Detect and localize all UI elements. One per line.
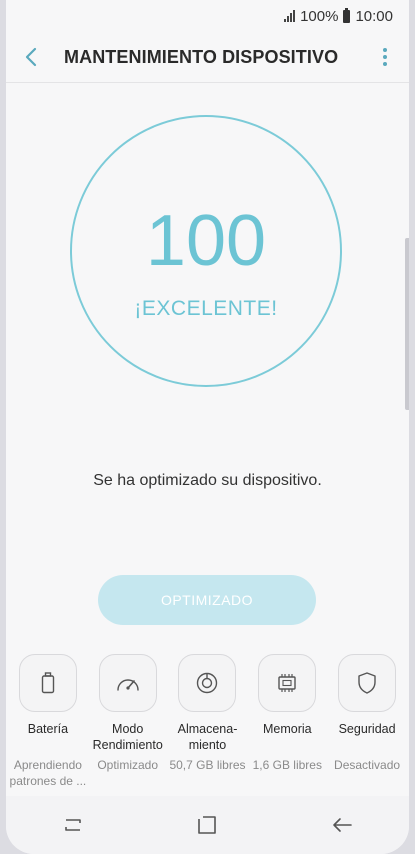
screen: 100% 10:00 MANTENIMIENTO DISPOSITIVO 100… [6,0,409,854]
signal-icon [284,10,296,22]
score-value: 100 [145,201,267,281]
memory-chip-icon [278,674,296,692]
navigation-bar [6,796,409,854]
home-button[interactable] [177,803,237,847]
tile-icon-frame [18,654,77,712]
more-vertical-icon [383,48,387,52]
tile-battery[interactable]: Batería Aprendiendo patrones de ... [9,654,87,789]
tile-storage[interactable]: Almacena- miento 50,7 GB libres [168,654,246,789]
speedometer-icon [116,679,139,691]
tile-security[interactable]: Seguridad Desactivado [328,654,406,789]
page-title: MANTENIMIENTO DISPOSITIVO [64,46,339,67]
tile-icon-frame [258,654,317,712]
tile-performance-mode[interactable]: Modo Rendimiento Optimizado [89,654,167,789]
tile-label: Batería [27,722,69,736]
battery-percent: 100% [300,7,339,25]
home-icon [198,816,217,834]
score-label: ¡EXCELENTE! [134,297,278,320]
tile-label: Almacena- miento [177,722,238,752]
storage-icon [197,672,218,694]
tile-status: 50,7 GB libres [169,758,246,772]
status-bar: 100% 10:00 [6,0,409,32]
feature-tiles: Batería Aprendiendo patrones de ... Modo… [6,654,409,789]
optimized-message: Se ha optimizado su dispositivo. [93,472,322,489]
back-icon [333,818,352,832]
tile-icon-frame [338,654,397,712]
recents-button[interactable] [43,803,103,847]
tile-status: Desactivado [334,758,401,772]
battery-status-icon [343,7,351,23]
tile-icon-frame [178,654,237,712]
clock: 10:00 [355,7,393,25]
app-header: MANTENIMIENTO DISPOSITIVO [6,32,409,83]
tile-label: Seguridad [338,722,396,736]
optimize-button[interactable]: OPTIMIZADO [98,575,316,625]
tile-status: Optimizado [97,758,159,772]
edge-panel-handle[interactable] [405,238,409,410]
score-gauge: 100 ¡EXCELENTE! [70,115,342,387]
tile-label: Memoria [262,722,312,736]
tile-memory[interactable]: Memoria 1,6 GB libres [248,654,326,789]
recents-icon [65,819,81,831]
tile-icon-frame [98,654,157,712]
back-arrow-icon [25,47,37,67]
tile-status: Aprendiendo patrones de ... [9,758,87,788]
shield-icon [358,672,376,694]
back-nav-button[interactable] [312,803,372,847]
tile-status: 1,6 GB libres [252,758,322,772]
back-button[interactable] [8,32,54,82]
battery-icon [41,672,55,694]
tile-label: Modo Rendimiento [92,722,163,752]
more-options-button[interactable] [365,32,405,82]
